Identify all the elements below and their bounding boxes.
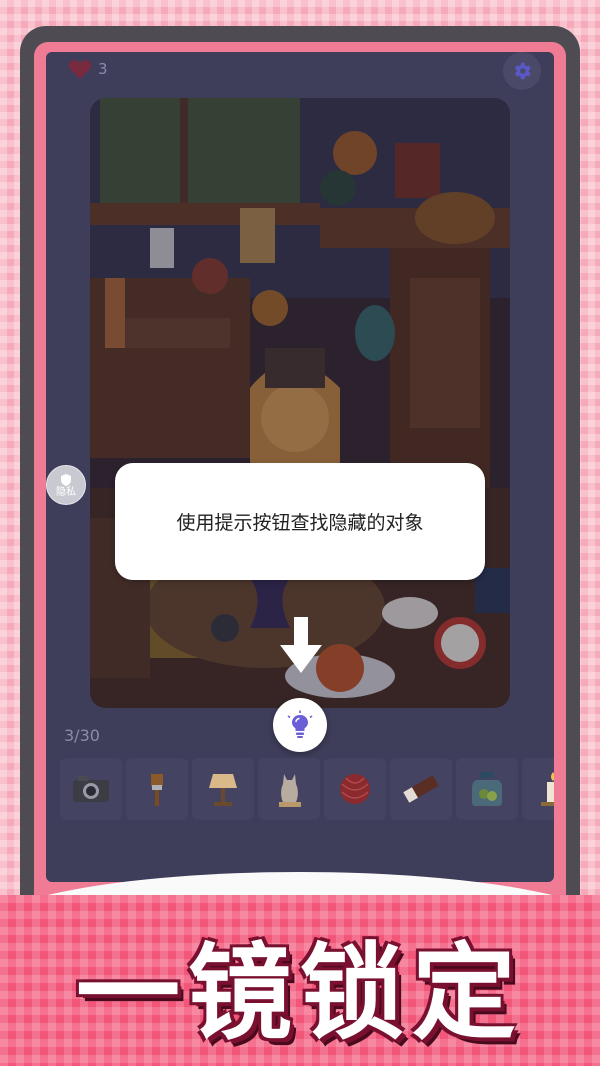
paintbrush-icon xyxy=(151,774,163,806)
tray-item-cat-statue[interactable] xyxy=(258,758,320,820)
privacy-button[interactable]: 隐私 xyxy=(46,465,86,505)
promo-slogan: 一镜锁定 xyxy=(75,932,524,1054)
settings-button[interactable] xyxy=(503,52,541,90)
shield-icon xyxy=(61,473,71,486)
candle-icon xyxy=(541,772,554,806)
jar-icon xyxy=(472,772,502,806)
yarn-ball-icon xyxy=(340,774,370,804)
camera-icon xyxy=(73,776,109,802)
cat-statue-icon xyxy=(279,774,301,807)
object-tray xyxy=(54,758,554,822)
tray-item-yarn[interactable] xyxy=(324,758,386,820)
gear-icon xyxy=(514,62,531,80)
lives-count: 3 xyxy=(98,60,108,78)
arrow-down-icon xyxy=(280,617,322,673)
tray-item-paintbrush[interactable] xyxy=(126,758,188,820)
tray-item-jar[interactable] xyxy=(456,758,518,820)
lightbulb-icon xyxy=(287,710,313,738)
tray-item-lamp[interactable] xyxy=(192,758,254,820)
tray-item-candle[interactable] xyxy=(522,758,554,820)
heart-icon xyxy=(69,60,91,79)
tutorial-tooltip: 使用提示按钮查找隐藏的对象 xyxy=(115,463,485,580)
tooltip-text: 使用提示按钮查找隐藏的对象 xyxy=(176,512,424,534)
chocolate-bar-icon xyxy=(403,775,439,803)
lamp-icon xyxy=(209,774,237,806)
tray-item-chocolate[interactable] xyxy=(390,758,452,820)
lives-counter: 3 xyxy=(68,58,108,80)
found-progress: 3/30 xyxy=(64,726,100,745)
hint-button[interactable] xyxy=(273,698,327,752)
privacy-label: 隐私 xyxy=(56,486,76,498)
tray-item-camera[interactable] xyxy=(60,758,122,820)
